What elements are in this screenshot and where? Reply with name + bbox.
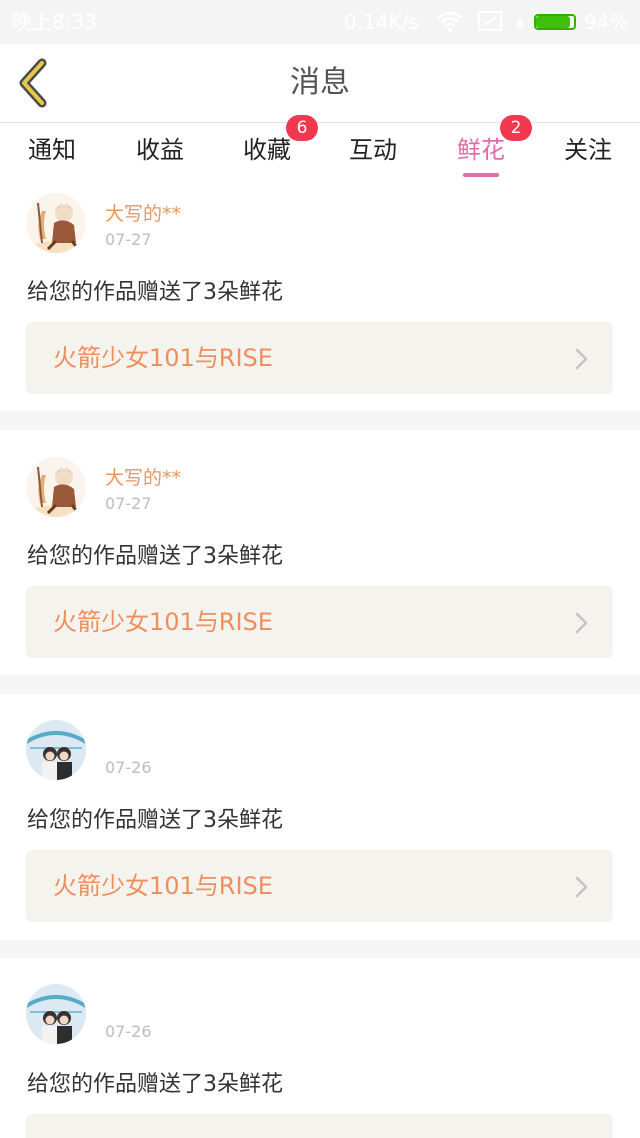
screen: 晚上8:33 0.14K/s 94% 消息 通知 收益 收藏 6 互动 鲜花 2… [0, 0, 640, 1138]
tab-notifications[interactable]: 通知 [18, 123, 86, 185]
battery-percent: 94% [584, 10, 629, 34]
message-card: 大写的** 07-27 给您的作品赠送了3朵鲜花 火箭少女101与RISE [0, 430, 640, 675]
user-avatar[interactable] [26, 457, 86, 517]
tab-label: 关注 [564, 136, 612, 164]
active-tab-indicator [463, 173, 499, 177]
message-date: 07-26 [105, 1022, 152, 1041]
flowers-badge: 2 [500, 115, 532, 141]
message-text: 给您的作品赠送了3朵鲜花 [27, 544, 283, 569]
user-avatar[interactable] [26, 720, 86, 780]
tab-following[interactable]: 关注 [554, 123, 622, 185]
username[interactable]: 大写的** [105, 463, 181, 490]
message-date: 07-27 [105, 494, 152, 513]
wifi-icon [437, 11, 463, 32]
user-avatar[interactable] [26, 193, 86, 253]
photo-avatar-icon [26, 720, 86, 780]
work-link[interactable] [26, 1114, 613, 1138]
battery-level [536, 16, 570, 28]
message-text: 给您的作品赠送了3朵鲜花 [27, 280, 283, 305]
message-card: 07-26 给您的作品赠送了3朵鲜花 火箭少女101与RISE [0, 694, 640, 940]
anime-character-avatar-icon [26, 193, 86, 253]
network-speed: 0.14K/s [344, 10, 419, 34]
work-title: 火箭少女101与RISE [53, 608, 273, 636]
work-link[interactable]: 火箭少女101与RISE [26, 322, 613, 394]
chevron-right-icon [575, 612, 588, 634]
work-link[interactable]: 火箭少女101与RISE [26, 586, 613, 658]
tab-label: 互动 [349, 136, 397, 164]
username[interactable]: 大写的** [105, 199, 181, 226]
message-card: 大写的** 07-27 给您的作品赠送了3朵鲜花 火箭少女101与RISE [0, 185, 640, 411]
back-button[interactable] [10, 56, 62, 110]
tab-label: 收益 [136, 136, 184, 164]
signal-icon [516, 18, 524, 28]
work-link[interactable]: 火箭少女101与RISE [26, 850, 613, 922]
tab-bar: 通知 收益 收藏 6 互动 鲜花 2 关注 [0, 115, 640, 185]
favorites-badge: 6 [286, 115, 318, 141]
sim-card-icon [478, 11, 502, 31]
message-text: 给您的作品赠送了3朵鲜花 [27, 808, 283, 833]
message-text: 给您的作品赠送了3朵鲜花 [27, 1072, 283, 1097]
tab-interactions[interactable]: 互动 [339, 123, 407, 185]
status-bar: 晚上8:33 0.14K/s 94% [0, 0, 640, 44]
chevron-left-icon [19, 58, 47, 108]
work-title: 火箭少女101与RISE [53, 872, 273, 900]
message-list[interactable]: 大写的** 07-27 给您的作品赠送了3朵鲜花 火箭少女101与RISE 大写… [0, 185, 640, 1138]
message-date: 07-26 [105, 758, 152, 777]
chevron-right-icon [575, 876, 588, 898]
anime-character-avatar-icon [26, 457, 86, 517]
chevron-right-icon [575, 348, 588, 370]
page-title: 消息 [290, 65, 350, 100]
message-card: 07-26 给您的作品赠送了3朵鲜花 [0, 958, 640, 1138]
message-date: 07-27 [105, 230, 152, 249]
tab-earnings[interactable]: 收益 [126, 123, 194, 185]
status-time: 晚上8:33 [12, 10, 97, 34]
user-avatar[interactable] [26, 984, 86, 1044]
tab-label: 通知 [28, 136, 76, 164]
work-title: 火箭少女101与RISE [53, 344, 273, 372]
header: 消息 [0, 44, 640, 123]
tab-label: 鲜花 [457, 136, 505, 164]
battery-icon [534, 14, 578, 30]
tab-label: 收藏 [243, 136, 291, 164]
photo-avatar-icon [26, 984, 86, 1044]
